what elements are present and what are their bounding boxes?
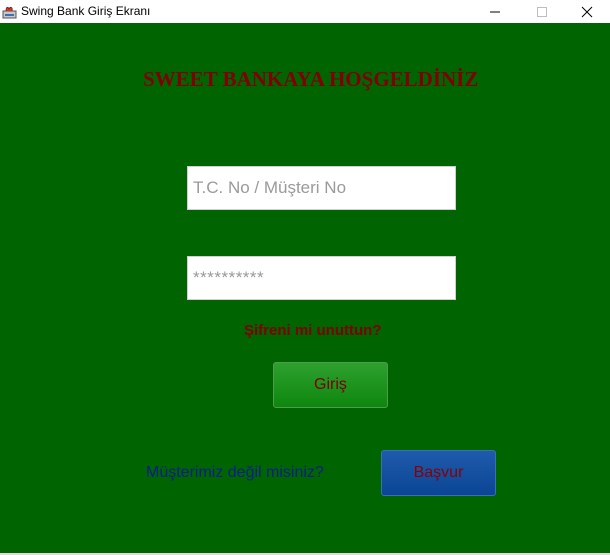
window-title: Swing Bank Giriş Ekranı <box>21 4 151 18</box>
java-app-icon <box>2 4 17 19</box>
password-placeholder: ********** <box>193 268 265 287</box>
maximize-icon <box>537 6 547 17</box>
minimize-button[interactable] <box>472 0 518 23</box>
login-button-label: Giriş <box>314 376 347 393</box>
customer-number-input[interactable]: T.C. No / Müşteri No <box>187 166 456 210</box>
not-customer-text: Müşterimiz değil misiniz? <box>146 464 324 481</box>
close-icon <box>581 6 593 17</box>
password-input[interactable]: ********** <box>187 256 456 300</box>
maximize-button[interactable] <box>519 0 565 23</box>
welcome-heading: SWEET BANKAYA HOŞGELDİNİZ <box>143 67 479 91</box>
customer-number-placeholder: T.C. No / Müşteri No <box>193 178 347 197</box>
title-bar[interactable]: Swing Bank Giriş Ekranı <box>0 0 610 23</box>
apply-button-label: Başvur <box>413 464 464 481</box>
apply-button[interactable]: Başvur <box>381 450 496 496</box>
login-panel: SWEET BANKAYA HOŞGELDİNİZ T.C. No / Müşt… <box>0 23 610 553</box>
login-button[interactable]: Giriş <box>273 362 388 408</box>
minimize-icon <box>490 11 500 12</box>
close-button[interactable] <box>564 0 610 23</box>
app-window: Swing Bank Giriş Ekranı SWEET BANKAYA HO… <box>0 0 610 555</box>
forgot-password-link[interactable]: Şifreni mi unuttun? <box>244 322 381 339</box>
